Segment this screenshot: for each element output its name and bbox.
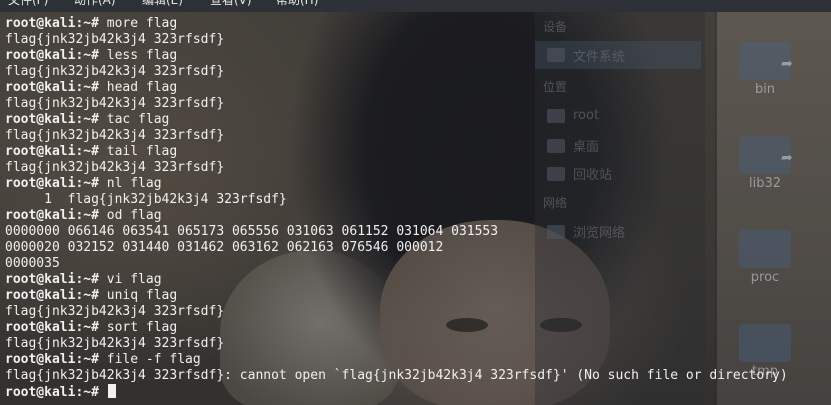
command-text: less flag	[98, 48, 178, 63]
command-text: uniq flag	[98, 288, 178, 303]
terminal-output-line: flag{jnk32jb42k3j4 323rfsdf}	[5, 64, 225, 79]
terminal-output-line: flag{jnk32jb42k3j4 323rfsdf}	[5, 128, 225, 143]
terminal-command-line: root@kali:~#	[5, 384, 788, 400]
shell-prompt: root@kali:~#	[5, 16, 99, 31]
menu-help[interactable]: 帮助(H)	[276, 0, 318, 8]
command-text: nl flag	[98, 176, 162, 191]
shell-prompt: root@kali:~#	[5, 385, 99, 400]
terminal-command-line: root@kali:~# less flag	[5, 48, 788, 64]
terminal-menubar: 文件(F) 动作(A) 编辑(E) 查看(V) 帮助(H)	[0, 0, 831, 12]
menu-edit[interactable]: 编辑(E)	[142, 0, 183, 8]
terminal-output-line: flag{jnk32jb42k3j4 323rfsdf}	[5, 96, 225, 111]
command-text: od flag	[98, 208, 162, 223]
terminal-command-line: root@kali:~# head flag	[5, 80, 788, 96]
command-text	[99, 385, 107, 400]
command-text: vi flag	[98, 272, 162, 287]
terminal-window[interactable]: root@kali:~# more flag flag{jnk32jb42k3j4…	[0, 12, 831, 405]
terminal-output-line: flag{jnk32jb42k3j4 323rfsdf}	[5, 336, 225, 351]
terminal-output-line: 0000035	[5, 256, 60, 271]
terminal-command-line: root@kali:~# nl flag	[5, 176, 788, 192]
shell-prompt: root@kali:~#	[5, 208, 99, 223]
terminal-command-line: root@kali:~# vi flag	[5, 272, 788, 288]
terminal-command-line: root@kali:~# tac flag	[5, 112, 788, 128]
terminal-command-line: root@kali:~# sort flag	[5, 320, 788, 336]
shell-prompt: root@kali:~#	[5, 112, 99, 127]
shell-prompt: root@kali:~#	[5, 144, 99, 159]
terminal-command-line: root@kali:~# od flag	[5, 208, 788, 224]
shell-prompt: root@kali:~#	[5, 272, 99, 287]
shell-prompt: root@kali:~#	[5, 48, 99, 63]
terminal-output-line: flag{jnk32jb42k3j4 323rfsdf}	[5, 32, 225, 47]
command-text: head flag	[98, 80, 178, 95]
shell-prompt: root@kali:~#	[5, 288, 99, 303]
command-text: tac flag	[98, 112, 170, 127]
command-text: tail flag	[98, 144, 178, 159]
shell-prompt: root@kali:~#	[5, 80, 99, 95]
terminal-output-line: flag{jnk32jb42k3j4 323rfsdf}	[5, 304, 225, 319]
terminal-output-line: flag{jnk32jb42k3j4 323rfsdf}: cannot ope…	[5, 368, 788, 383]
text-cursor	[107, 384, 116, 398]
terminal-output-line: 0000020 032152 031440 031462 063162 0621…	[5, 240, 444, 255]
terminal-output-line: 1 flag{jnk32jb42k3j4 323rfsdf}	[5, 192, 287, 207]
terminal-command-line: root@kali:~# more flag	[5, 16, 788, 32]
menu-view[interactable]: 查看(V)	[210, 0, 252, 8]
menu-action[interactable]: 动作(A)	[74, 0, 116, 8]
command-text: sort flag	[98, 320, 178, 335]
command-text: more flag	[98, 16, 178, 31]
menu-file[interactable]: 文件(F)	[8, 0, 48, 8]
shell-prompt: root@kali:~#	[5, 176, 99, 191]
shell-prompt: root@kali:~#	[5, 320, 99, 335]
terminal-command-line: root@kali:~# tail flag	[5, 144, 788, 160]
command-text: file -f flag	[98, 352, 201, 367]
terminal-output: root@kali:~# more flag flag{jnk32jb42k3j4…	[5, 16, 788, 400]
terminal-output-line: 0000000 066146 063541 065173 065556 0310…	[5, 224, 499, 239]
shell-prompt: root@kali:~#	[5, 352, 99, 367]
terminal-output-line: flag{jnk32jb42k3j4 323rfsdf}	[5, 160, 225, 175]
terminal-command-line: root@kali:~# uniq flag	[5, 288, 788, 304]
terminal-command-line: root@kali:~# file -f flag	[5, 352, 788, 368]
